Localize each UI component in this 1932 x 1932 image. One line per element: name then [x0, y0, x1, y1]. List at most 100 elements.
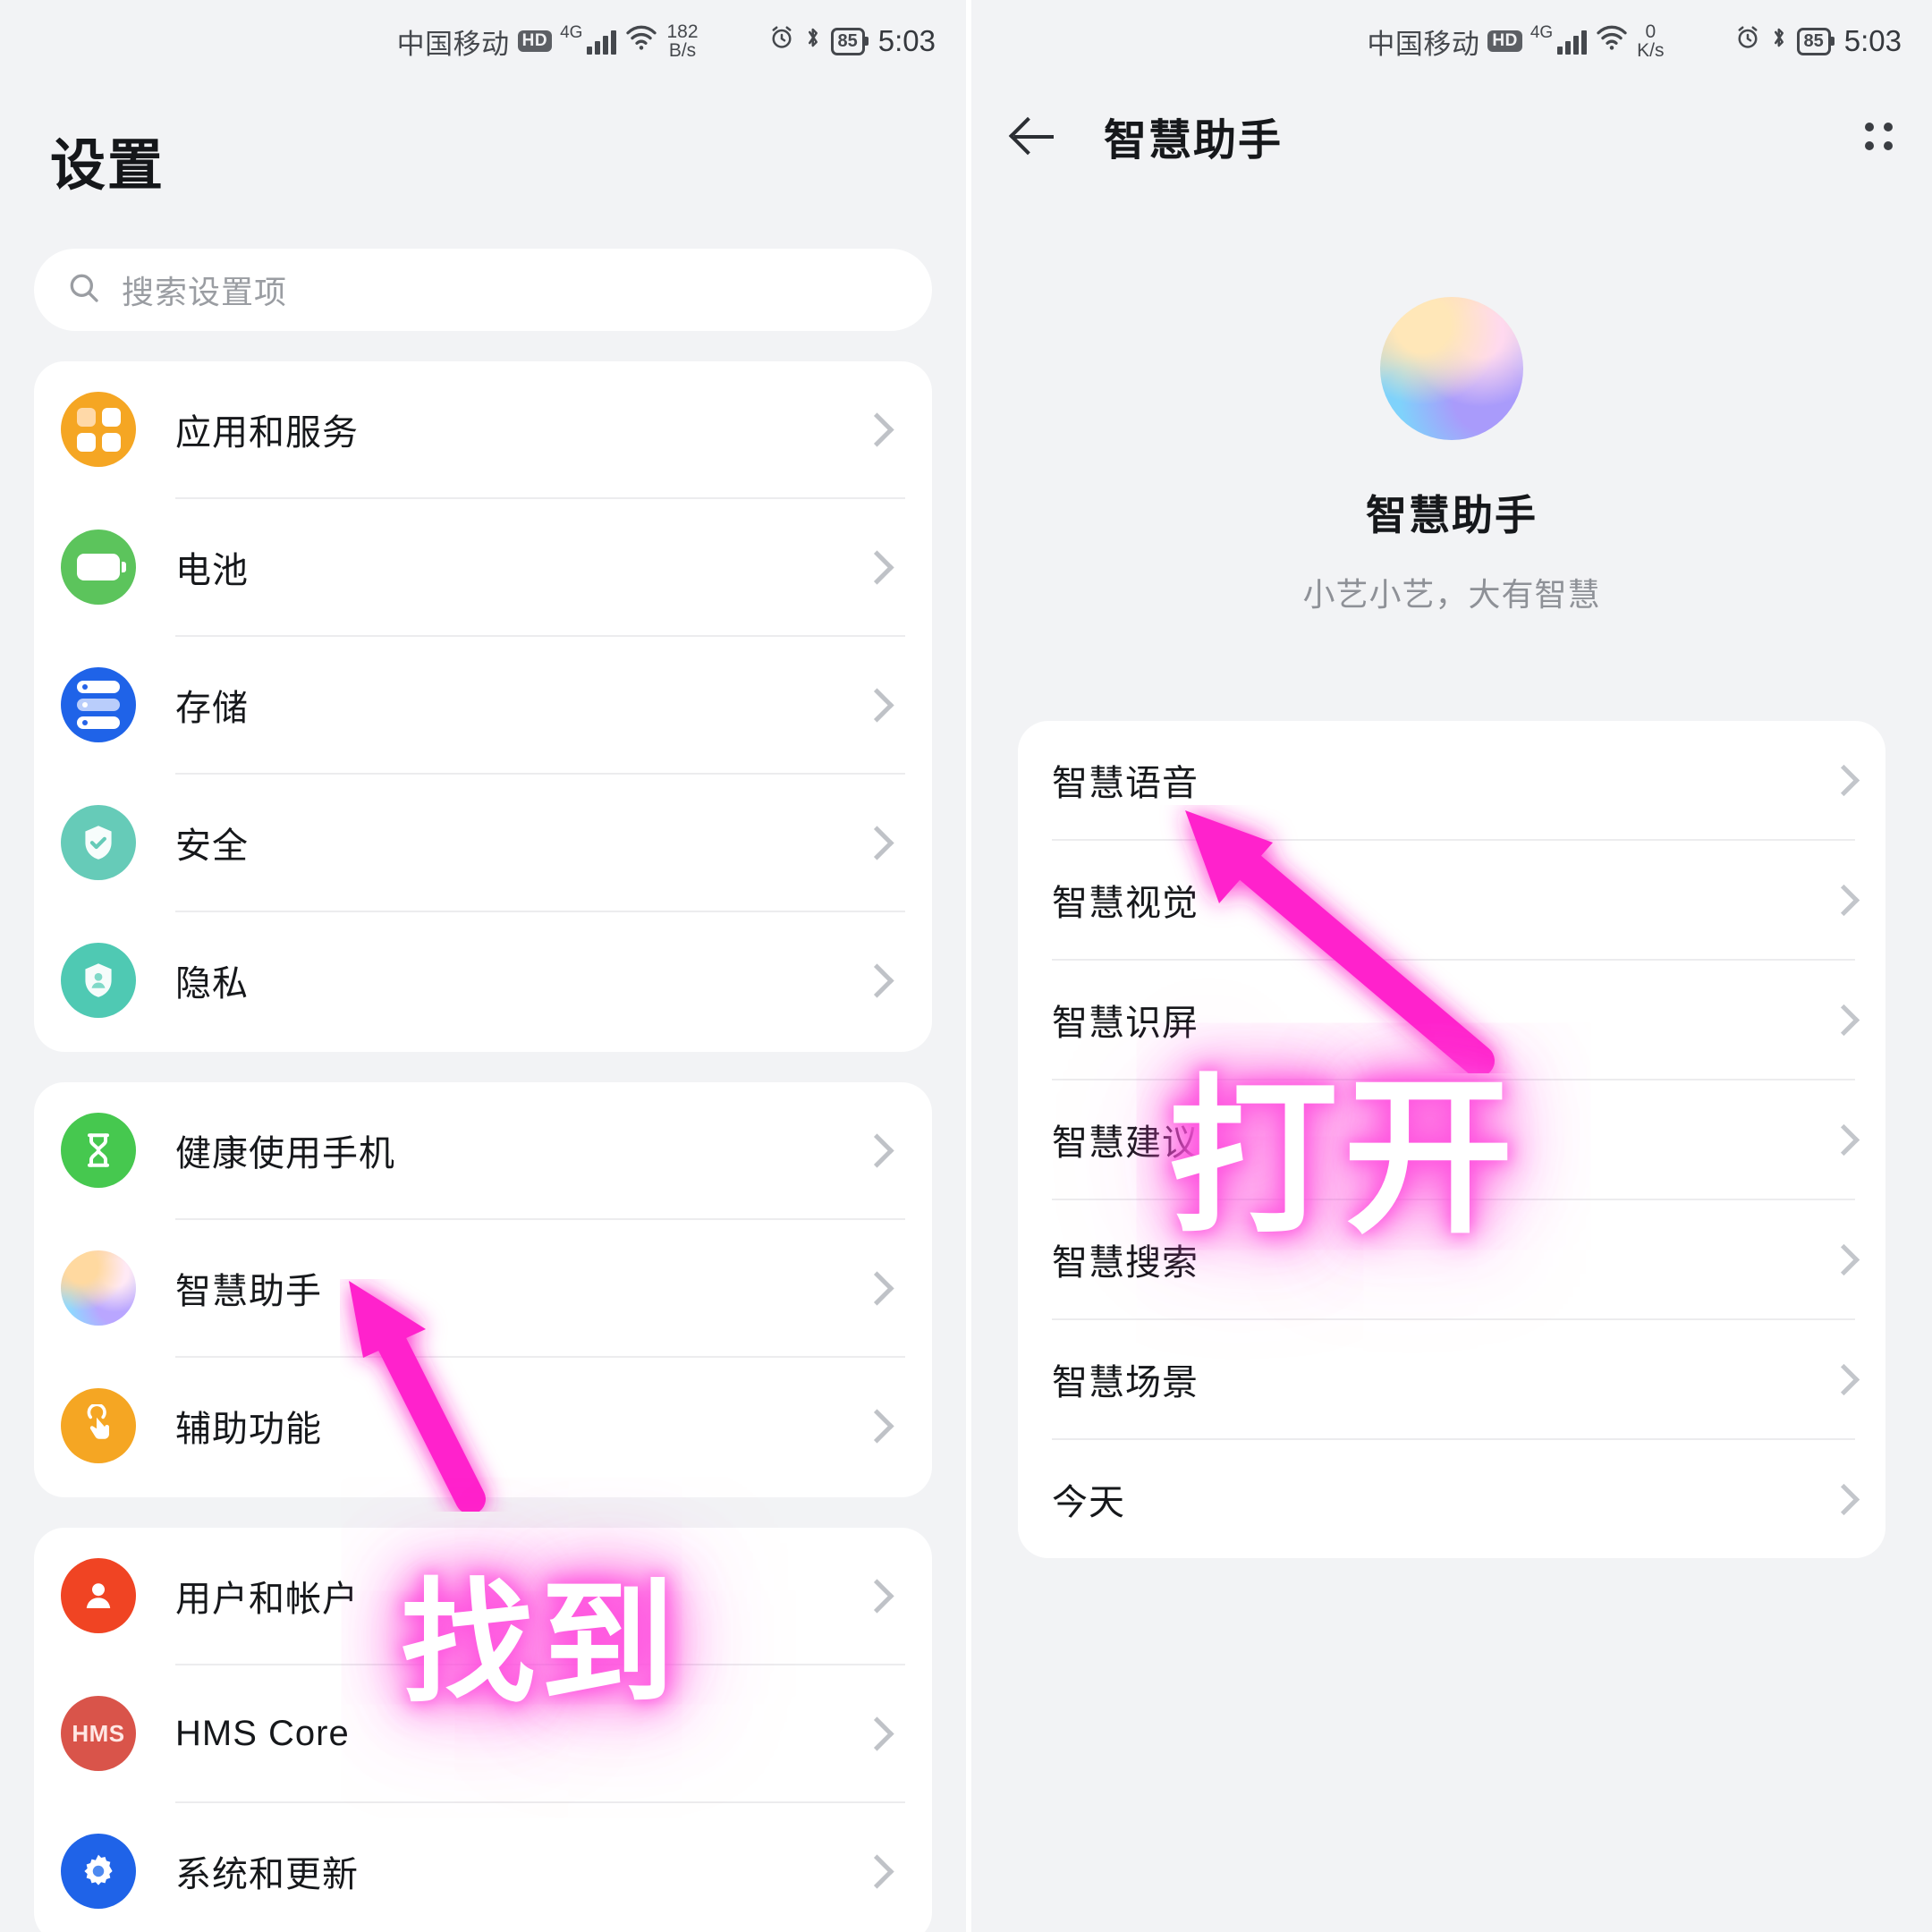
list-item-label: 智慧语音: [1052, 764, 1199, 803]
hourglass-icon: [61, 1113, 136, 1188]
clock-label: 5:03: [877, 24, 936, 57]
chevron-right-icon: [860, 825, 894, 860]
chevron-right-icon: [860, 1853, 894, 1889]
carrier-label: 中国移动: [1367, 28, 1480, 60]
alarm-icon: [768, 24, 795, 58]
sidebar-item-apps[interactable]: 应用和服务: [34, 361, 932, 497]
ai-assistant-screen: 中国移动 HD 4G 0 K/s 85 5:03 智慧助手 智慧助手 小艺小艺，…: [971, 0, 1932, 1932]
page-title: 智慧助手: [1104, 117, 1284, 165]
assistant-name: 智慧助手: [1366, 492, 1538, 538]
chevron-right-icon: [860, 962, 894, 998]
carrier-label: 中国移动: [396, 28, 510, 60]
sidebar-item-security[interactable]: 安全: [34, 775, 932, 911]
back-arrow-icon[interactable]: [1009, 112, 1057, 160]
chevron-right-icon: [1827, 1004, 1860, 1036]
hd-icon: HD: [517, 30, 553, 52]
gear-icon: [61, 1834, 136, 1909]
annotation-label-find: 找到: [401, 1566, 681, 1722]
status-bar-left: 中国移动 HD 4G 182 B/s 85 5:03: [0, 0, 966, 82]
shield-check-icon: [61, 805, 136, 880]
network-speed-unit: B/s: [668, 40, 697, 61]
assistant-hero: 智慧助手 小艺小艺，大有智慧: [971, 190, 1932, 615]
list-item-scenarios[interactable]: 智慧场景: [1018, 1320, 1885, 1438]
sidebar-item-battery[interactable]: 电池: [34, 499, 932, 635]
bluetooth-icon: [803, 24, 823, 58]
sidebar-item-digital-balance[interactable]: 健康使用手机: [34, 1082, 932, 1218]
chevron-right-icon: [860, 1716, 894, 1751]
list-item-today[interactable]: 今天: [1018, 1440, 1885, 1558]
alarm-icon: [1734, 24, 1761, 58]
network-generation-label: 4G: [560, 23, 583, 42]
settings-group-1: 应用和服务 电池 存储 安全 隐私: [34, 361, 932, 1052]
settings-group-2: 健康使用手机 智慧助手 辅助功能: [34, 1082, 932, 1497]
list-item-label: 智慧场景: [1052, 1363, 1199, 1402]
list-item-label: 智慧视觉: [1052, 884, 1199, 923]
search-placeholder: 搜索设置项: [122, 274, 288, 310]
ai-sphere-icon: [61, 1250, 136, 1326]
network-speed-indicator: 0 K/s: [1637, 21, 1665, 61]
chevron-right-icon: [1827, 884, 1860, 916]
chevron-right-icon: [1827, 1483, 1860, 1515]
shield-person-icon: [61, 943, 136, 1018]
signal-bars-icon: [1557, 28, 1588, 55]
network-generation-label: 4G: [1530, 23, 1554, 42]
page-title: 设置: [50, 135, 165, 197]
chevron-right-icon: [1827, 764, 1860, 796]
touch-hand-icon: [61, 1388, 136, 1463]
dual-screenshot-container: 中国移动 HD 4G 182 B/s 85 5:03 设置 搜索设置项 应用和服…: [0, 0, 1932, 1932]
sidebar-item-storage[interactable]: 存储: [34, 637, 932, 773]
hd-icon: HD: [1487, 30, 1522, 52]
search-icon: [66, 270, 102, 310]
chevron-right-icon: [860, 687, 894, 723]
apps-grid-icon: [61, 392, 136, 467]
clock-label: 5:03: [1843, 24, 1902, 57]
settings-item-label: 辅助功能: [175, 1410, 322, 1449]
network-speed-unit: K/s: [1637, 40, 1665, 61]
hms-core-icon: HMS: [61, 1696, 136, 1771]
settings-item-label: 安全: [175, 826, 249, 866]
settings-item-label: 智慧助手: [175, 1272, 322, 1311]
network-speed-value: 182: [666, 21, 699, 42]
chevron-right-icon: [1827, 1363, 1860, 1395]
settings-item-label: 系统和更新: [175, 1855, 359, 1894]
sidebar-item-system-update[interactable]: 系统和更新: [34, 1803, 932, 1932]
chevron-right-icon: [860, 549, 894, 585]
sidebar-item-ai-assistant[interactable]: 智慧助手: [34, 1220, 932, 1356]
list-item-vision[interactable]: 智慧视觉: [1018, 841, 1885, 959]
bluetooth-icon: [1769, 24, 1789, 58]
chevron-right-icon: [860, 1578, 894, 1614]
settings-item-label: 电池: [175, 551, 249, 590]
chevron-right-icon: [1827, 1123, 1860, 1156]
assistant-subtitle: 小艺小艺，大有智慧: [1302, 576, 1601, 613]
chevron-right-icon: [860, 1408, 894, 1444]
wifi-icon: [624, 24, 658, 58]
list-item-label: 今天: [1052, 1483, 1125, 1522]
chevron-right-icon: [1827, 1243, 1860, 1275]
sidebar-item-accessibility[interactable]: 辅助功能: [34, 1358, 932, 1494]
wifi-icon: [1595, 24, 1629, 58]
settings-item-label: 健康使用手机: [175, 1134, 395, 1174]
battery-icon: [61, 530, 136, 605]
network-speed-value: 0: [1645, 21, 1657, 42]
network-speed-indicator: 182 B/s: [666, 21, 699, 61]
settings-screen: 中国移动 HD 4G 182 B/s 85 5:03 设置 搜索设置项 应用和服…: [0, 0, 971, 1932]
battery-percent-badge: 85: [1796, 27, 1831, 55]
storage-icon: [61, 667, 136, 742]
battery-percent-badge: 85: [830, 27, 865, 55]
sidebar-item-privacy[interactable]: 隐私: [34, 912, 932, 1048]
search-input[interactable]: 搜索设置项: [34, 249, 932, 331]
chevron-right-icon: [860, 1270, 894, 1306]
chevron-right-icon: [860, 411, 894, 447]
settings-item-label: 应用和服务: [175, 413, 359, 453]
annotation-label-open: 打开: [1168, 1059, 1520, 1257]
status-bar-right: 中国移动 HD 4G 0 K/s 85 5:03: [971, 0, 1932, 82]
settings-item-label: 隐私: [175, 964, 249, 1004]
app-top-bar: 智慧助手: [971, 82, 1932, 190]
more-options-icon[interactable]: [1865, 122, 1893, 150]
chevron-right-icon: [860, 1132, 894, 1168]
signal-bars-icon: [587, 28, 617, 55]
list-item-voice[interactable]: 智慧语音: [1018, 721, 1885, 839]
ai-sphere-icon: [1380, 297, 1523, 440]
user-account-icon: [61, 1558, 136, 1633]
settings-item-label: 存储: [175, 689, 249, 728]
